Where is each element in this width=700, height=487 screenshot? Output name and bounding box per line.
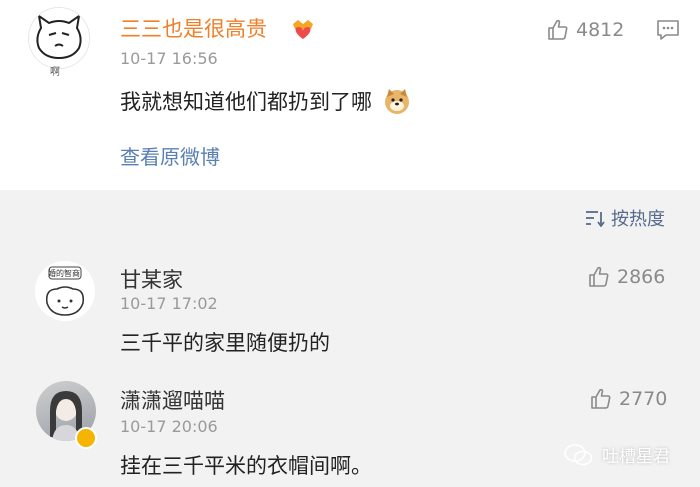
- comment-text: 挂在三千平米的衣帽间啊。: [120, 454, 372, 478]
- cat-face-icon: [29, 8, 89, 68]
- like-count: 2866: [617, 266, 666, 288]
- thumbs-up-icon: [548, 19, 568, 40]
- thumbs-up-icon: [591, 388, 611, 409]
- verified-badge-icon: [75, 427, 97, 449]
- comment-text: 三千平的家里随便扔的: [120, 331, 330, 355]
- doge-emoji-icon: [383, 87, 411, 120]
- avatar[interactable]: [28, 7, 90, 69]
- crown-heart-icon: [290, 15, 316, 41]
- sort-by-hot-button[interactable]: 按热度: [585, 205, 665, 231]
- view-original-link[interactable]: 查看原微博: [120, 141, 220, 170]
- like-button[interactable]: 2770: [589, 387, 667, 411]
- like-count: 4812: [576, 19, 625, 41]
- comment-text: 我就想知道他们都扔到了哪: [120, 86, 411, 120]
- comment-time: 10-17 16:56: [120, 49, 218, 68]
- comment-time: 10-17 20:06: [120, 417, 218, 436]
- wechat-icon: [564, 443, 593, 465]
- thumbs-up-icon: [589, 266, 609, 287]
- watermark-text: 吐槽星君: [602, 447, 670, 467]
- comment-time: 10-17 17:02: [120, 294, 218, 313]
- watermark: 吐槽星君: [564, 442, 670, 467]
- like-count: 2770: [619, 388, 668, 410]
- comment-text-body: 我就想知道他们都扔到了哪: [120, 90, 372, 114]
- username[interactable]: 甘某家: [120, 264, 183, 294]
- username[interactable]: 三三也是很高贵: [120, 13, 267, 43]
- like-button[interactable]: 4812: [546, 18, 624, 42]
- sort-icon: [586, 211, 605, 227]
- like-button[interactable]: 2866: [587, 265, 665, 289]
- username[interactable]: 潇潇遛喵喵: [120, 385, 225, 415]
- top-comment-card: 啊 三三也是很高贵 10-17 16:56 我就想知道他们都扔到了哪 查看原微博: [0, 0, 700, 190]
- comment-icon[interactable]: [656, 19, 680, 45]
- avatar-caption: 婚的智商: [48, 269, 80, 278]
- sort-label: 按热度: [611, 209, 665, 230]
- avatar-caption: 啊: [50, 67, 60, 78]
